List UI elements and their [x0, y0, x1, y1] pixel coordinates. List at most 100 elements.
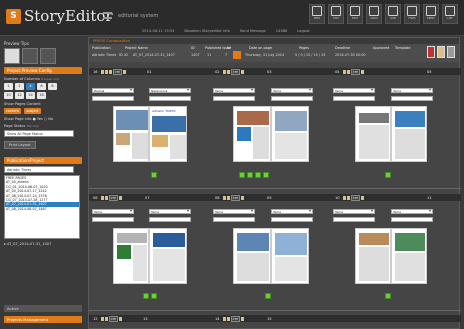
columns-option[interactable]: 12 — [15, 92, 24, 99]
ctp-button[interactable]: CTP — [230, 194, 240, 201]
page-note-field[interactable] — [213, 96, 255, 101]
page-icon[interactable] — [222, 69, 226, 74]
page-type-select[interactable]: Tema — [271, 209, 313, 214]
ctp-button[interactable]: CTP — [230, 315, 240, 322]
page-type-select[interactable]: Tema — [92, 209, 134, 214]
logout-link[interactable]: Logout — [297, 29, 309, 35]
status-indicator[interactable] — [151, 172, 157, 178]
page-note-field[interactable] — [149, 217, 191, 222]
page-thumbnail[interactable]: Adriatic TIMES — [149, 106, 187, 162]
page-type-select[interactable]: Tema — [213, 209, 255, 214]
page-icon[interactable] — [342, 69, 346, 74]
subject-chip[interactable]: subject — [24, 108, 41, 114]
archive-button[interactable]: ARCH — [366, 4, 382, 24]
page-thumbnail[interactable] — [271, 228, 309, 284]
columns-option[interactable]: 1 — [4, 83, 13, 90]
columns-option[interactable]: 6 — [37, 83, 46, 90]
page-note-field[interactable] — [333, 96, 375, 101]
status-indicator[interactable] — [385, 172, 391, 178]
page-icon[interactable] — [226, 316, 230, 321]
page-type-select[interactable]: Tema — [213, 88, 255, 93]
projects-management-tab[interactable]: Projects Management — [4, 316, 82, 323]
page-note-field[interactable] — [92, 217, 134, 222]
user-info-link[interactable]: Dbadmin Storyeditor info — [184, 29, 229, 35]
files-button[interactable]: FILES — [404, 4, 420, 24]
page-type-select[interactable]: Tema — [271, 88, 313, 93]
print-button[interactable]: PRINT — [423, 4, 439, 24]
yes-radio[interactable]: ● Yes — [33, 117, 43, 121]
publish-button[interactable]: PUB — [385, 4, 401, 24]
page-icon[interactable] — [240, 316, 244, 321]
page-note-field[interactable] — [213, 217, 255, 222]
page-thumbnail[interactable] — [355, 228, 391, 284]
ctp-button[interactable]: CTP — [350, 68, 360, 75]
active-tab[interactable]: Active — [4, 305, 82, 312]
page-thumbnail[interactable] — [271, 106, 309, 162]
page-thumbnail[interactable] — [233, 106, 271, 162]
page-note-field[interactable] — [149, 96, 191, 101]
page-icon[interactable] — [118, 316, 122, 321]
list-item[interactable]: AT_08_2014-08-07_1467 — [5, 207, 79, 211]
edit-button[interactable]: EDIT — [347, 4, 363, 24]
page-status-select[interactable]: Show All Page Status — [4, 130, 74, 137]
page-thumbnail[interactable] — [113, 106, 149, 162]
project-list[interactable]: FREE-PAGES AT_05_athens CG_01_2014-06-07… — [4, 175, 80, 239]
ctp-button[interactable]: CTP — [350, 194, 360, 201]
status-indicator[interactable] — [247, 172, 253, 178]
page-icon[interactable] — [226, 69, 230, 74]
section-publication-header[interactable]: Publication/Project — [4, 157, 82, 164]
lock-icon[interactable] — [100, 69, 104, 74]
page-thumbnail[interactable] — [391, 106, 427, 162]
status-indicator[interactable] — [385, 293, 391, 299]
columns-option[interactable]: 2 — [15, 83, 24, 90]
page-thumbnail[interactable] — [113, 228, 149, 284]
columns-option-selected[interactable]: 4 — [26, 83, 35, 90]
page-icon[interactable] — [104, 316, 108, 321]
status-indicator[interactable] — [263, 172, 269, 178]
page-icon[interactable] — [342, 195, 346, 200]
page-type-select[interactable]: Tema — [333, 88, 375, 93]
page-type-select[interactable]: Tema — [391, 88, 433, 93]
page-icon[interactable] — [118, 195, 122, 200]
ctp-button[interactable]: CTP — [112, 68, 122, 75]
page-icon[interactable] — [104, 69, 108, 74]
page-icon[interactable] — [104, 195, 108, 200]
layout-list-icon[interactable] — [40, 48, 56, 64]
page-thumbnail[interactable] — [233, 228, 271, 284]
stats-button[interactable]: STAT — [328, 4, 344, 24]
status-indicator[interactable] — [143, 293, 149, 299]
page-icon[interactable] — [222, 195, 226, 200]
ctp-button[interactable]: CTP — [230, 68, 240, 75]
content-chip[interactable]: content — [4, 108, 21, 114]
page-icon[interactable] — [100, 195, 104, 200]
columns-option[interactable]: 14 — [26, 92, 35, 99]
page-icon[interactable] — [222, 316, 226, 321]
section-catalog-header[interactable]: Project Preview Config — [4, 67, 82, 74]
page-icon[interactable] — [100, 316, 104, 321]
ctp-button[interactable]: CTP — [108, 315, 118, 322]
page-icon[interactable] — [226, 195, 230, 200]
layout-columns-icon[interactable] — [22, 48, 38, 64]
page-icon[interactable] — [346, 195, 350, 200]
publication-select[interactable]: Adriatic Times — [4, 166, 74, 173]
layout-grid-icon[interactable] — [4, 48, 20, 64]
page-icon[interactable] — [240, 69, 244, 74]
info-button[interactable]: INFO — [309, 4, 325, 24]
page-icon[interactable] — [360, 69, 364, 74]
export-icon[interactable] — [437, 46, 445, 58]
page-icon[interactable] — [108, 69, 112, 74]
columns-option[interactable]: 8 — [48, 83, 57, 90]
page-thumbnail[interactable] — [391, 228, 427, 284]
page-note-field[interactable] — [333, 217, 375, 222]
page-type-select[interactable]: Naslovnica — [149, 88, 191, 93]
page-type-select[interactable]: Tema — [391, 209, 433, 214]
columns-option[interactable]: 10 — [4, 92, 13, 99]
page-thumbnail[interactable] — [149, 228, 187, 284]
columns-option[interactable]: 16 — [37, 92, 46, 99]
page-type-select[interactable]: Tema — [149, 209, 191, 214]
pdf-icon[interactable] — [427, 46, 435, 58]
page-icon[interactable] — [346, 69, 350, 74]
page-type-select[interactable]: Zadnja — [92, 88, 134, 93]
send-message-link[interactable]: Send Message — [240, 29, 266, 35]
page-note-field[interactable] — [271, 217, 313, 222]
